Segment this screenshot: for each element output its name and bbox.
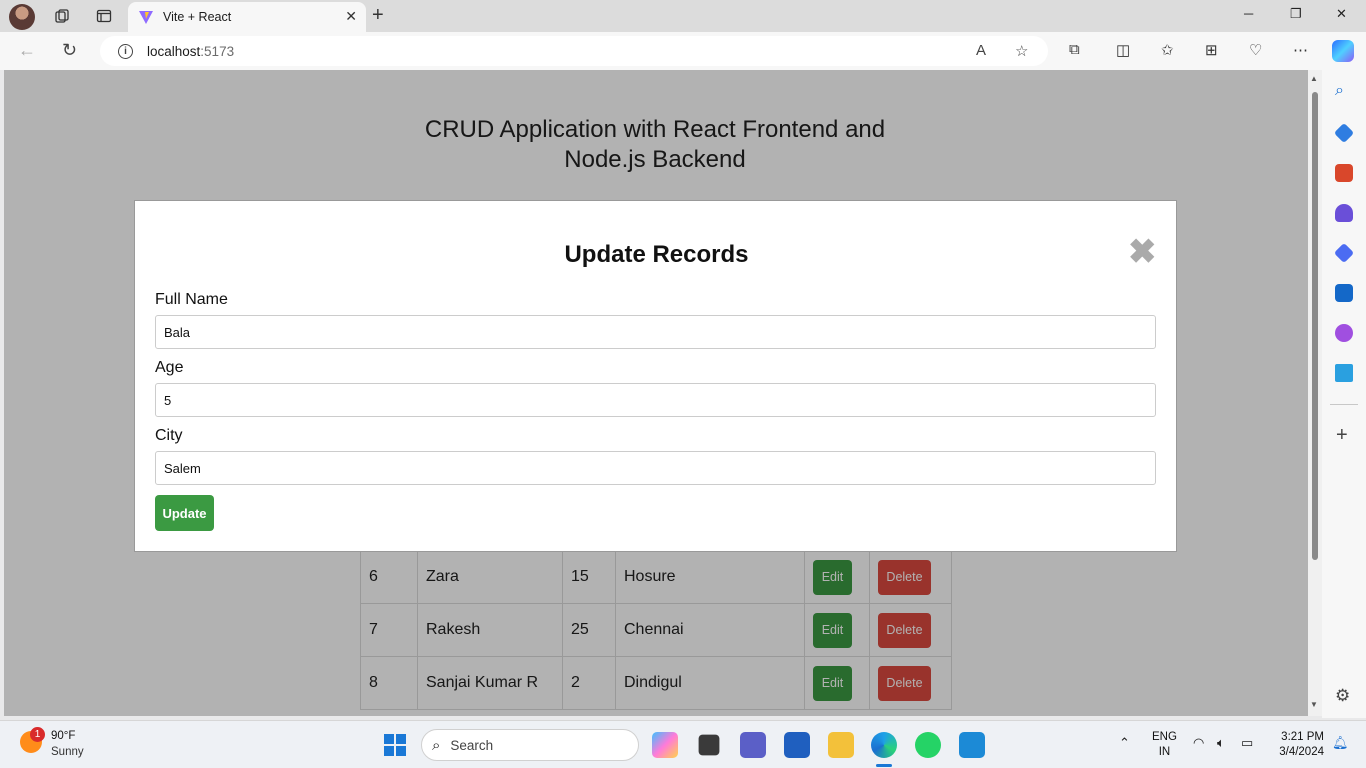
- tools-icon[interactable]: [1335, 164, 1353, 182]
- weather-condition[interactable]: Sunny: [51, 746, 84, 758]
- search-sidebar-icon[interactable]: ⌕: [1335, 82, 1344, 100]
- designer-icon[interactable]: [1335, 324, 1353, 342]
- edge-sidebar: ⌕ + ⚙: [1322, 70, 1366, 718]
- full-name-label: Full Name: [155, 291, 228, 308]
- split-screen-icon[interactable]: ◫: [1116, 41, 1130, 59]
- file-explorer-icon[interactable]: [828, 732, 854, 758]
- favorite-star-icon[interactable]: ☆: [1015, 42, 1028, 60]
- browser-toolbar: ← ↻ i localhost:5173 A ☆ ⧉ ◫ ✩ ⊞ ♡ ⋯: [0, 32, 1366, 70]
- taskbar-search[interactable]: ⌕ Search: [421, 729, 639, 761]
- address-bar[interactable]: i localhost:5173 A ☆: [100, 36, 1048, 66]
- active-app-indicator: [876, 764, 892, 767]
- sidebar-divider: [1330, 404, 1358, 405]
- settings-gear-icon[interactable]: ⚙: [1335, 686, 1350, 706]
- notification-bell-icon[interactable]: 🔔︎: [1332, 735, 1349, 751]
- vscode-icon[interactable]: [959, 732, 985, 758]
- add-sidebar-app-icon[interactable]: +: [1336, 424, 1348, 447]
- url-text: localhost:5173: [147, 43, 235, 59]
- browser-tab[interactable]: Vite + React ✕: [128, 2, 366, 32]
- weather-badge: 1: [30, 727, 45, 742]
- extensions-icon[interactable]: ⧉: [1069, 41, 1080, 58]
- scroll-up-icon[interactable]: ▲: [1310, 74, 1318, 83]
- close-tab-icon[interactable]: ✕: [345, 8, 357, 25]
- copilot-preview-icon[interactable]: [652, 732, 678, 758]
- read-aloud-icon[interactable]: A: [976, 42, 986, 59]
- microsoft-365-icon[interactable]: [1333, 242, 1355, 264]
- refresh-icon[interactable]: ↻: [62, 40, 77, 61]
- copilot-icon[interactable]: [1332, 40, 1354, 62]
- tab-actions-icon[interactable]: [90, 4, 118, 28]
- vite-logo-icon: [139, 11, 153, 24]
- volume-icon[interactable]: 🔈︎: [1217, 735, 1225, 751]
- search-placeholder: Search: [450, 737, 494, 753]
- scroll-down-icon[interactable]: ▼: [1310, 700, 1318, 709]
- restore-icon[interactable]: ❐: [1290, 6, 1302, 22]
- site-info-icon[interactable]: i: [118, 43, 133, 59]
- update-records-modal: Update Records ✖ Full Name Age City Upda…: [134, 200, 1177, 552]
- terminal-icon[interactable]: [698, 734, 720, 756]
- shopping-icon[interactable]: [1333, 122, 1355, 144]
- minimize-icon[interactable]: ─: [1244, 6, 1253, 21]
- outlook-icon[interactable]: [1335, 284, 1353, 302]
- games-icon[interactable]: [1335, 204, 1353, 222]
- age-label: Age: [155, 359, 184, 376]
- windows-taskbar: 1 90°F Sunny ⌕ Search ⌃ ENG IN ◠ 🔈︎ ▭ 3:2…: [0, 720, 1366, 768]
- system-clock[interactable]: 3:21 PM 3/4/2024: [1270, 730, 1324, 760]
- edge-browser-icon[interactable]: [871, 732, 897, 758]
- tab-title: Vite + React: [163, 10, 232, 24]
- new-tab-icon[interactable]: +: [372, 4, 384, 27]
- close-icon[interactable]: ✖: [1128, 235, 1157, 269]
- more-menu-icon[interactable]: ⋯: [1293, 41, 1308, 59]
- browser-tab-strip: Vite + React ✕ + ─ ❐ ✕: [0, 0, 1366, 32]
- update-button[interactable]: Update: [155, 495, 214, 531]
- wifi-icon[interactable]: ◠: [1193, 735, 1204, 751]
- age-input[interactable]: [155, 383, 1156, 417]
- page-viewport: CRUD Application with React Frontend and…: [4, 70, 1308, 716]
- profile-avatar[interactable]: [9, 4, 35, 30]
- city-input[interactable]: [155, 451, 1156, 485]
- send-icon[interactable]: [1335, 364, 1353, 382]
- teams-icon[interactable]: [740, 732, 766, 758]
- scroll-thumb[interactable]: [1312, 92, 1318, 560]
- favorites-icon[interactable]: ✩: [1161, 41, 1174, 59]
- search-icon: ⌕: [432, 736, 441, 754]
- workspaces-icon[interactable]: [48, 4, 76, 28]
- city-label: City: [155, 427, 183, 444]
- page-scrollbar[interactable]: ▲ ▼: [1308, 70, 1322, 716]
- microsoft-store-icon[interactable]: [784, 732, 810, 758]
- language-indicator[interactable]: ENG IN: [1152, 730, 1177, 760]
- browser-essentials-icon[interactable]: ♡: [1249, 41, 1262, 59]
- collections-icon[interactable]: ⊞: [1205, 41, 1218, 59]
- battery-icon[interactable]: ▭: [1241, 735, 1253, 751]
- full-name-input[interactable]: [155, 315, 1156, 349]
- weather-temperature[interactable]: 90°F: [51, 730, 75, 742]
- close-window-icon[interactable]: ✕: [1336, 6, 1347, 22]
- back-icon[interactable]: ←: [18, 40, 36, 61]
- whatsapp-icon[interactable]: [915, 732, 941, 758]
- modal-title: Update Records: [564, 241, 749, 268]
- start-windows-icon[interactable]: [384, 734, 406, 756]
- show-hidden-icons-icon[interactable]: ⌃: [1119, 735, 1130, 751]
